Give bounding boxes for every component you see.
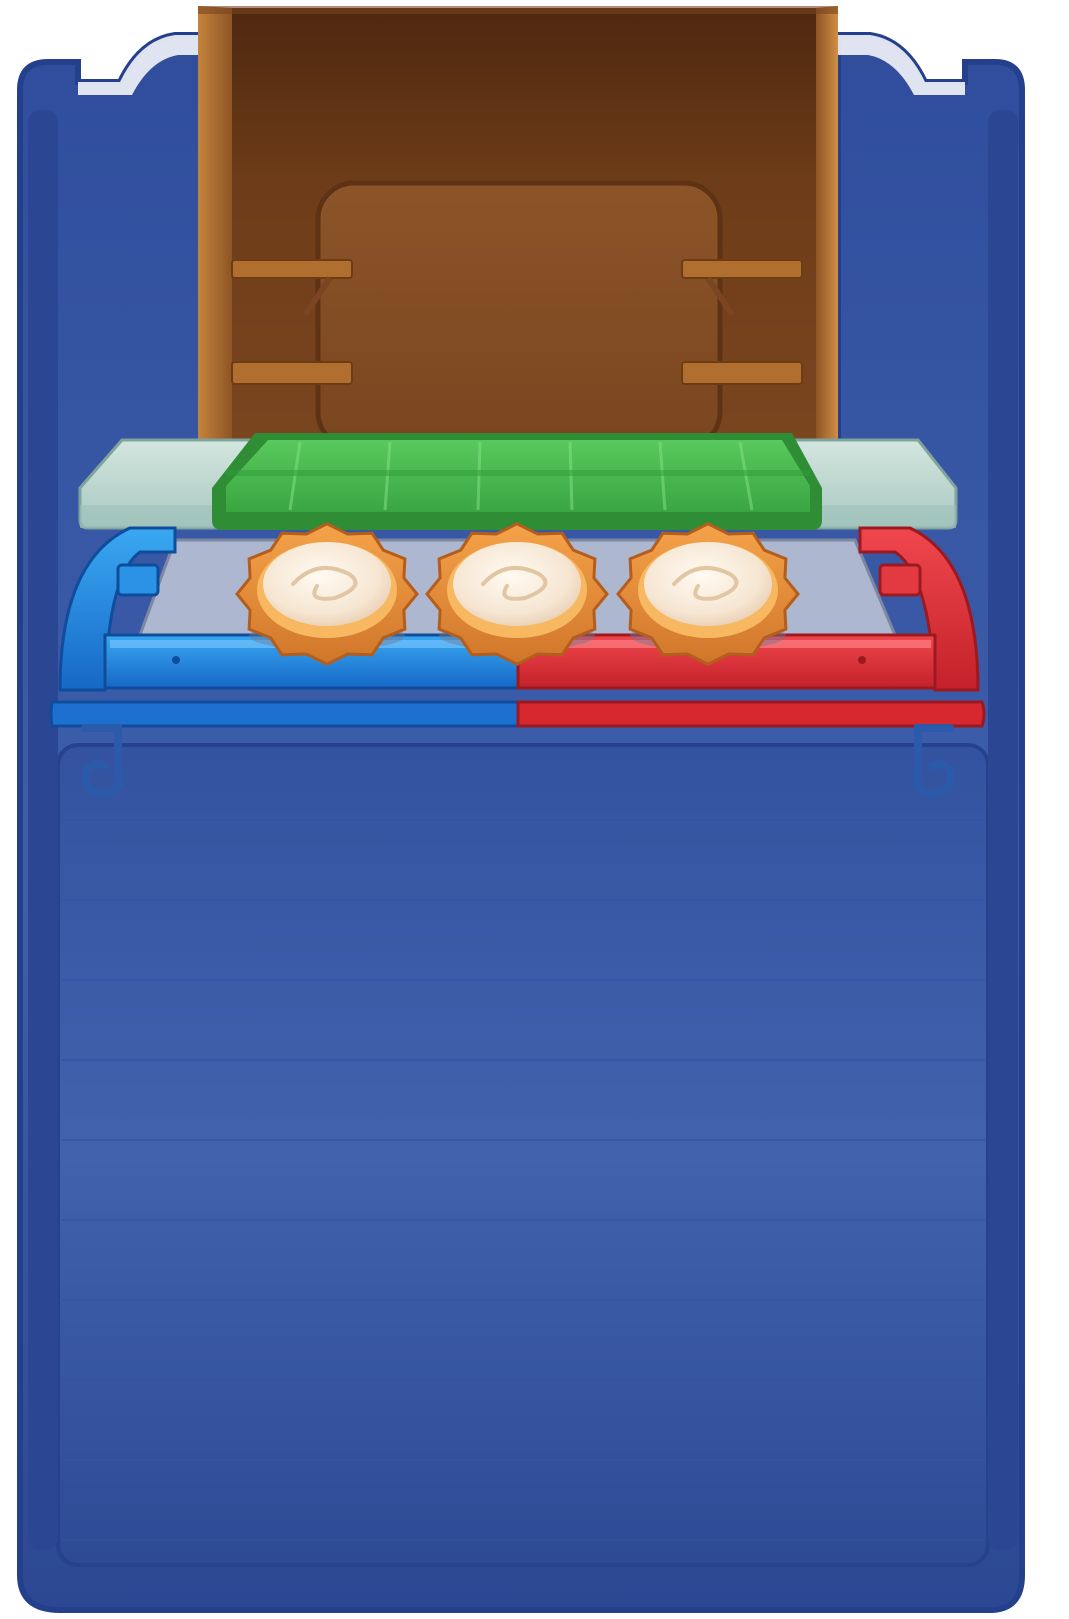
tart-cream — [644, 542, 772, 626]
scene-artwork — [17, 6, 1025, 1613]
tarts-layer — [235, 522, 800, 666]
tart-cream — [263, 542, 391, 626]
wooden-cabinet — [198, 6, 838, 451]
green-mat — [212, 433, 822, 530]
tart-cream — [453, 542, 581, 626]
game-scene — [0, 0, 1069, 1619]
